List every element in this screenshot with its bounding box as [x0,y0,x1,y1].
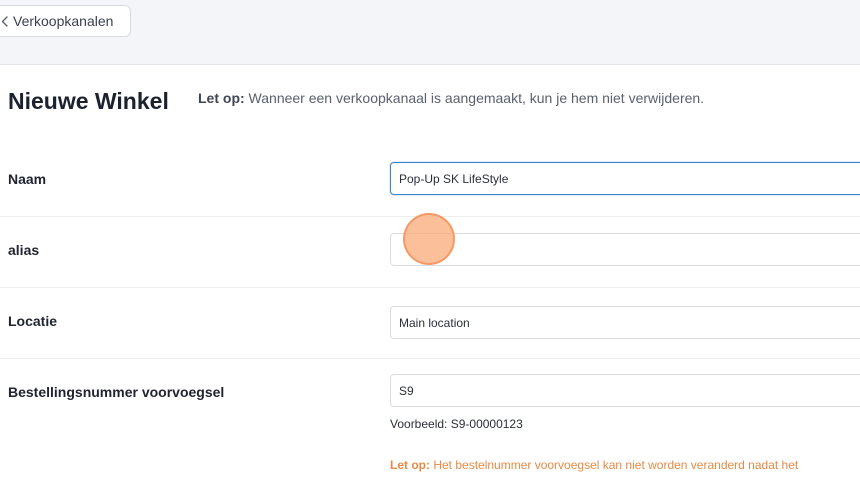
locatie-select[interactable] [390,306,860,339]
top-bar: Verkoopkanalen [0,0,860,65]
alias-input[interactable] [390,233,860,266]
back-button[interactable]: Verkoopkanalen [0,5,131,37]
chevron-left-icon [0,14,9,28]
notice-prefix: Let op: [198,90,245,106]
naam-label: Naam [8,171,47,187]
warning-body: Het bestelnummer voorvoegsel kan niet wo… [430,458,799,472]
prefix-label: Bestellingsnummer voorvoegsel [8,384,225,400]
naam-input[interactable] [390,162,860,195]
warning-prefix: Let op: [390,458,430,472]
locatie-label: Locatie [8,313,58,329]
page-title: Nieuwe Winkel [8,88,169,114]
notice-text: Let op: Wanneer een verkoopkanaal is aan… [198,90,704,106]
notice-body: Wanneer een verkoopkanaal is aangemaakt,… [244,90,705,106]
prefix-input[interactable] [390,374,860,407]
alias-label: alias [8,242,40,258]
prefix-example: Voorbeeld: S9-00000123 [390,417,523,431]
prefix-warning: Let op: Het bestelnummer voorvoegsel kan… [390,458,798,472]
back-button-label: Verkoopkanalen [13,13,114,29]
